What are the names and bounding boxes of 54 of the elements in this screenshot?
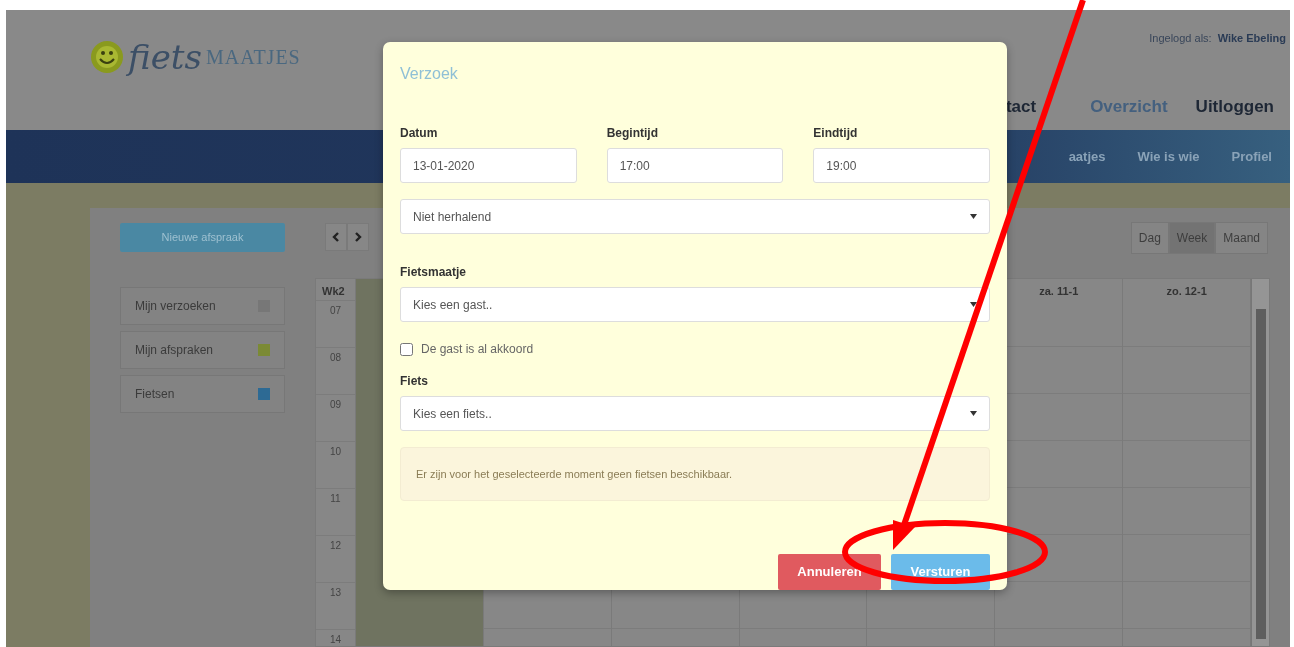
text-field[interactable]: 13-01-2020: [400, 148, 577, 183]
field-label: Datum: [400, 125, 438, 142]
field-label: Fietsmaatje: [400, 264, 467, 281]
hour-label: 08: [316, 347, 355, 394]
user-name[interactable]: Wike Ebeling: [1217, 30, 1286, 47]
logo-text: fiets: [128, 40, 202, 74]
hour-label: 11: [316, 488, 355, 535]
field-label: Begintijd: [606, 125, 658, 142]
new-appointment-button[interactable]: Nieuwe afspraak: [120, 223, 285, 252]
legend-label: Mijn afspraken: [135, 342, 214, 359]
legend-label: Mijn verzoeken: [135, 298, 216, 315]
next-button[interactable]: [347, 223, 369, 251]
dialog-title: Verzoek: [400, 64, 459, 84]
hour-label: 13: [316, 582, 355, 629]
text-field[interactable]: 19:00: [813, 148, 990, 183]
legend-item[interactable]: Mijn verzoeken: [120, 287, 285, 325]
select-field[interactable]: Niet herhalend: [400, 199, 990, 234]
nav-link[interactable]: Profiel: [1231, 146, 1272, 167]
field-label: Eindtijd: [813, 125, 858, 142]
caret-icon: [970, 214, 977, 219]
login-label: Ingelogd als:: [1149, 31, 1212, 46]
nav-link[interactable]: Wie is wie: [1137, 146, 1200, 167]
notice-message: Er zijn voor het geselecteerde moment geen fietsen beschikbaar.: [400, 447, 990, 501]
scrollbar-thumb[interactable]: [1256, 309, 1266, 639]
caret-icon: [970, 302, 977, 307]
text-field[interactable]: 17:00: [606, 148, 784, 183]
checkbox-label: De gast is al akkoord: [421, 341, 534, 358]
legend-label: Fietsen: [135, 386, 175, 403]
nav-link[interactable]: Overzicht: [1090, 94, 1168, 120]
nav-link[interactable]: aatjes: [1068, 146, 1106, 167]
chevron-right-icon: [354, 232, 362, 242]
hour-label: 10: [316, 441, 355, 488]
logo-text: MAATJES: [205, 45, 301, 70]
caret-icon: [970, 411, 977, 416]
cancel-button[interactable]: Annuleren: [778, 554, 881, 590]
hour-label: 14: [316, 629, 355, 647]
hour-label: 07: [316, 300, 355, 347]
hour-label: 12: [316, 535, 355, 582]
view-tab[interactable]: Dag: [1130, 222, 1169, 254]
scrollbar[interactable]: [1251, 279, 1269, 646]
legend-item[interactable]: Mijn afspraken: [120, 331, 285, 369]
chevron-left-icon: [332, 232, 340, 242]
legend-item[interactable]: Fietsen: [120, 375, 285, 413]
agreed-checkbox[interactable]: [400, 342, 413, 356]
view-tab[interactable]: Maand: [1215, 222, 1268, 254]
hour-label: 09: [316, 394, 355, 441]
select-field[interactable]: Kies een gast..: [400, 287, 990, 322]
field-label: Fiets: [400, 373, 428, 390]
nav-link[interactable]: Uitloggen: [1195, 94, 1274, 120]
nav-link[interactable]: tact: [1005, 94, 1037, 120]
week-label: Wk2: [321, 284, 346, 299]
previous-button[interactable]: [325, 223, 347, 251]
select-field[interactable]: Kies een fiets..: [400, 396, 990, 431]
smiley-icon: [90, 40, 124, 74]
